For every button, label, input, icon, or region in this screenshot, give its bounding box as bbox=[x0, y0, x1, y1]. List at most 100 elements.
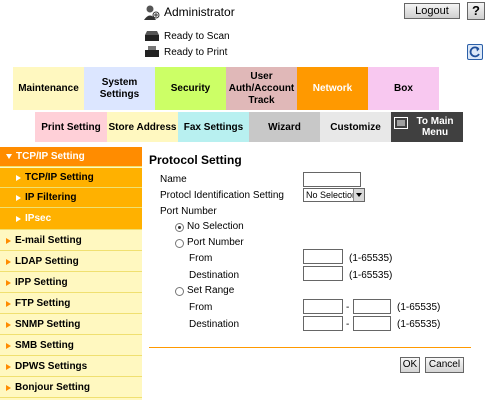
protocol-id-label: Protocl Identification Setting bbox=[160, 190, 284, 201]
name-label: Name bbox=[160, 174, 187, 185]
range-from-start-input[interactable] bbox=[303, 299, 343, 314]
from-label: From bbox=[189, 253, 213, 264]
user-icon bbox=[144, 5, 160, 20]
sidebar-item-ftp[interactable]: FTP Setting bbox=[0, 294, 142, 314]
scanner-icon bbox=[145, 31, 159, 41]
ok-button[interactable]: OK bbox=[400, 357, 420, 373]
tab-to-main-menu[interactable]: To Main Menu bbox=[391, 112, 463, 142]
sidebar-item-dpws[interactable]: DPWS Settings bbox=[0, 357, 142, 377]
radio-port-number[interactable] bbox=[175, 239, 184, 248]
port-destination-input[interactable] bbox=[303, 266, 343, 281]
sidebar-item-label: E-mail Setting bbox=[15, 235, 82, 246]
refresh-button[interactable] bbox=[467, 44, 483, 60]
protocol-id-select[interactable]: No Selection bbox=[303, 188, 365, 202]
help-button[interactable]: ? bbox=[467, 2, 485, 20]
tab-security[interactable]: Security bbox=[155, 67, 226, 110]
chevron-right-icon bbox=[16, 194, 21, 201]
sidebar: TCP/IP Setting TCP/IP Setting IP Filteri… bbox=[0, 147, 142, 400]
refresh-icon bbox=[469, 46, 480, 58]
chevron-right-icon bbox=[6, 237, 11, 244]
radio-set-range[interactable] bbox=[175, 287, 184, 296]
sub-tabs: Print Setting Store Address Fax Settings… bbox=[35, 112, 463, 142]
main-tabs: Maintenance System Settings Security Use… bbox=[13, 67, 439, 110]
admin-indicator: Administrator bbox=[144, 3, 235, 21]
sidebar-item-label: LDAP Setting bbox=[15, 256, 79, 267]
tab-maintenance[interactable]: Maintenance bbox=[13, 67, 84, 110]
tab-box[interactable]: Box bbox=[368, 67, 439, 110]
sidebar-item-label: FTP Setting bbox=[15, 298, 71, 309]
chevron-down-icon bbox=[6, 154, 12, 159]
scan-status-label: Ready to Scan bbox=[164, 30, 230, 42]
range-hint: (1-65535) bbox=[349, 253, 393, 264]
chevron-down-icon bbox=[353, 189, 364, 201]
range-separator: - bbox=[346, 302, 350, 313]
admin-label: Administrator bbox=[164, 5, 235, 19]
chevron-right-icon bbox=[6, 300, 11, 307]
sidebar-subitem-ipsec[interactable]: IPsec bbox=[0, 208, 142, 230]
tab-system-settings[interactable]: System Settings bbox=[84, 67, 155, 110]
tab-customize[interactable]: Customize bbox=[320, 112, 391, 142]
chevron-right-icon bbox=[6, 384, 11, 391]
tab-user-auth[interactable]: User Auth/Account Track bbox=[226, 67, 297, 110]
port-number-label: Port Number bbox=[160, 206, 217, 217]
chevron-right-icon bbox=[6, 342, 11, 349]
sidebar-item-label: DPWS Settings bbox=[15, 361, 88, 372]
menu-icon bbox=[394, 117, 408, 129]
sidebar-item-label: TCP/IP Setting bbox=[25, 172, 94, 183]
range-hint: (1-65535) bbox=[349, 270, 393, 281]
sidebar-item-tcpip-setting[interactable]: TCP/IP Setting bbox=[0, 147, 142, 167]
range-from-end-input[interactable] bbox=[353, 299, 391, 314]
sidebar-subitem-tcpip[interactable]: TCP/IP Setting bbox=[0, 168, 142, 188]
tab-to-main-menu-label: To Main Menu bbox=[416, 116, 454, 138]
printer-icon bbox=[145, 46, 159, 57]
name-input[interactable] bbox=[303, 172, 361, 187]
tab-wizard[interactable]: Wizard bbox=[249, 112, 320, 142]
radio-no-selection[interactable] bbox=[175, 223, 184, 232]
destination-label: Destination bbox=[189, 270, 240, 281]
sidebar-item-label: IPP Setting bbox=[15, 277, 68, 288]
port-number-option-label: Port Number bbox=[187, 237, 244, 248]
page-title: Protocol Setting bbox=[149, 153, 242, 167]
range-from-label: From bbox=[189, 302, 213, 313]
sidebar-item-label: IPsec bbox=[25, 213, 52, 224]
sidebar-item-label: SNMP Setting bbox=[15, 319, 81, 330]
chevron-right-icon bbox=[6, 363, 11, 370]
no-selection-label: No Selection bbox=[187, 221, 244, 232]
sidebar-item-bonjour[interactable]: Bonjour Setting bbox=[0, 378, 142, 398]
cancel-button[interactable]: Cancel bbox=[425, 357, 464, 373]
sidebar-item-label: IP Filtering bbox=[25, 192, 77, 203]
tab-print-setting[interactable]: Print Setting bbox=[35, 112, 107, 142]
range-separator: - bbox=[346, 319, 350, 330]
divider bbox=[149, 347, 471, 348]
range-destination-label: Destination bbox=[189, 319, 240, 330]
chevron-right-icon bbox=[6, 321, 11, 328]
sidebar-item-snmp[interactable]: SNMP Setting bbox=[0, 315, 142, 335]
scan-status: Ready to Scan bbox=[144, 28, 230, 44]
chevron-right-icon bbox=[6, 258, 11, 265]
sidebar-item-ipp[interactable]: IPP Setting bbox=[0, 273, 142, 293]
range-dest-end-input[interactable] bbox=[353, 316, 391, 331]
sidebar-item-smb[interactable]: SMB Setting bbox=[0, 336, 142, 356]
sidebar-item-label: TCP/IP Setting bbox=[16, 151, 85, 162]
sidebar-item-label: Bonjour Setting bbox=[15, 382, 90, 393]
range-hint: (1-65535) bbox=[397, 319, 441, 330]
tab-network[interactable]: Network bbox=[297, 67, 368, 110]
chevron-right-icon bbox=[16, 174, 21, 181]
logout-button[interactable]: Logout bbox=[404, 3, 460, 19]
chevron-right-icon bbox=[16, 215, 21, 222]
protocol-id-value: No Selection bbox=[306, 190, 358, 200]
print-status: Ready to Print bbox=[144, 44, 227, 60]
sidebar-subitem-ip-filtering[interactable]: IP Filtering bbox=[0, 188, 142, 208]
sidebar-item-email[interactable]: E-mail Setting bbox=[0, 231, 142, 251]
sidebar-item-label: SMB Setting bbox=[15, 340, 74, 351]
range-dest-start-input[interactable] bbox=[303, 316, 343, 331]
range-hint: (1-65535) bbox=[397, 302, 441, 313]
tab-store-address[interactable]: Store Address bbox=[107, 112, 178, 142]
sidebar-item-ldap[interactable]: LDAP Setting bbox=[0, 252, 142, 272]
tab-fax-settings[interactable]: Fax Settings bbox=[178, 112, 249, 142]
chevron-right-icon bbox=[6, 279, 11, 286]
print-status-label: Ready to Print bbox=[164, 46, 228, 58]
port-from-input[interactable] bbox=[303, 249, 343, 264]
protocol-setting-form: Protocol Setting Name Protocl Identifica… bbox=[149, 147, 494, 400]
set-range-label: Set Range bbox=[187, 285, 235, 296]
